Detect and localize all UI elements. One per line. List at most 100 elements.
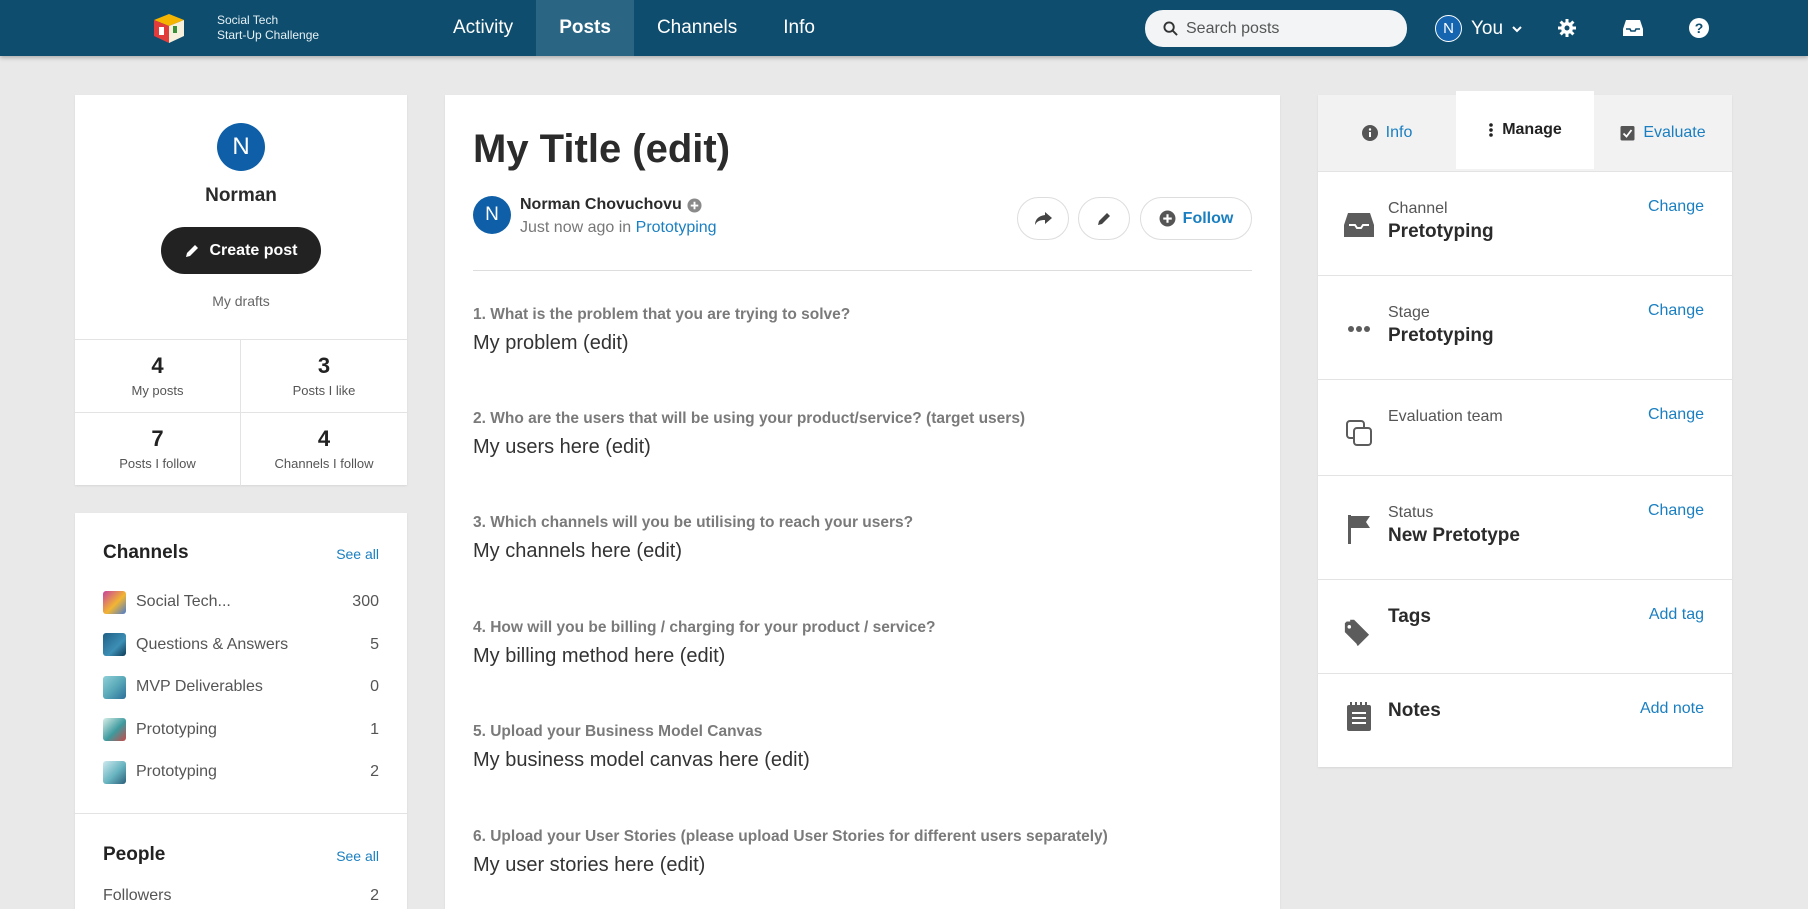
post-section: 5. Upload your Business Model Canvas My … — [473, 723, 1252, 772]
tab-label: Evaluate — [1643, 124, 1706, 141]
list-item[interactable]: MVP Deliverables 0 — [103, 666, 379, 709]
stat-label: Channels I follow — [274, 456, 374, 471]
post-channel-link[interactable]: Prototyping — [636, 219, 717, 236]
list-item[interactable]: Followers 2 — [103, 875, 379, 909]
channel-list: Social Tech... 300 Questions & Answers 5… — [103, 581, 379, 794]
create-post-button[interactable]: Create post — [161, 227, 321, 274]
channel-thumbnail — [103, 718, 126, 742]
stat-label: Posts I follow — [119, 456, 196, 471]
section-answer[interactable]: My billing method here (edit) — [473, 645, 1252, 668]
nav-channels[interactable]: Channels — [634, 0, 760, 56]
post-section: 4. How will you be billing / charging fo… — [473, 619, 1252, 668]
add-note-button[interactable]: Add note — [1640, 700, 1704, 718]
avatar[interactable]: N — [217, 123, 265, 171]
tab-manage[interactable]: Manage — [1456, 91, 1594, 169]
channel-count: 0 — [370, 678, 379, 696]
post-meta: Just now ago in Prototyping — [520, 219, 717, 237]
post-title[interactable]: My Title (edit) — [473, 127, 730, 172]
nav-posts[interactable]: Posts — [536, 0, 634, 56]
list-item[interactable]: Prototyping 1 — [103, 709, 379, 752]
channel-value: Pretotyping — [1388, 221, 1494, 242]
notes-row: Notes Add note — [1318, 674, 1732, 767]
user-menu[interactable]: N You — [1435, 15, 1523, 42]
stat-channels-i-follow[interactable]: 4 Channels I follow — [241, 413, 407, 486]
section-answer[interactable]: My user stories here (edit) — [473, 854, 1252, 877]
channel-count: 2 — [370, 763, 379, 781]
channels-card: Channels See all Social Tech... 300 Ques… — [75, 513, 407, 909]
tags-row: Tags Add tag — [1318, 580, 1732, 674]
notes-title: Notes — [1388, 700, 1441, 721]
evaluation-team-row: Evaluation team Change — [1318, 380, 1732, 476]
search-icon — [1163, 21, 1178, 36]
change-stage-button[interactable]: Change — [1648, 302, 1704, 320]
add-circle-icon[interactable] — [687, 197, 702, 213]
section-answer[interactable]: My users here (edit) — [473, 436, 1252, 459]
share-button[interactable] — [1017, 197, 1069, 240]
section-question: 1. What is the problem that you are tryi… — [473, 306, 851, 323]
stat-my-posts[interactable]: 4 My posts — [75, 340, 241, 413]
svg-text:?: ? — [1695, 20, 1704, 36]
gear-icon[interactable] — [1556, 17, 1578, 39]
logo-icon[interactable] — [152, 12, 186, 44]
checklist-icon — [1620, 126, 1635, 141]
author-name[interactable]: Norman Chovuchovu — [520, 196, 682, 214]
stat-value: 7 — [151, 426, 164, 451]
section-answer[interactable]: My business model canvas here (edit) — [473, 749, 1252, 772]
stage-row: Stage Pretotyping Change — [1318, 276, 1732, 380]
add-tag-button[interactable]: Add tag — [1649, 606, 1704, 624]
channel-name: Social Tech... — [136, 593, 231, 611]
section-answer[interactable]: My problem (edit) — [473, 332, 1252, 355]
list-item[interactable]: Questions & Answers 5 — [103, 624, 379, 667]
search-placeholder: Search posts — [1186, 19, 1280, 37]
avatar: N — [1435, 15, 1462, 42]
tab-info[interactable]: Info — [1318, 95, 1456, 171]
channel-thumbnail — [103, 675, 126, 699]
inbox-icon — [1344, 210, 1374, 240]
tag-icon — [1344, 618, 1374, 648]
stage-label: Stage — [1388, 304, 1430, 321]
list-item[interactable]: Social Tech... 300 — [103, 581, 379, 624]
change-status-button[interactable]: Change — [1648, 502, 1704, 520]
post-author: N Norman Chovuchovu Just now ago in Prot… — [473, 196, 717, 237]
stat-posts-i-follow[interactable]: 7 Posts I follow — [75, 413, 241, 486]
my-drafts-link[interactable]: My drafts — [75, 293, 407, 309]
pencil-icon — [186, 244, 199, 257]
notes-icon — [1344, 702, 1374, 732]
section-question: 5. Upload your Business Model Canvas — [473, 723, 763, 740]
share-icon — [1035, 211, 1052, 225]
top-bar: Social Tech Start-Up Challenge Activity … — [0, 0, 1808, 56]
help-icon[interactable]: ? — [1688, 17, 1710, 39]
chevron-down-icon — [1512, 25, 1522, 32]
info-icon — [1361, 125, 1378, 141]
post-section: 6. Upload your User Stories (please uplo… — [473, 828, 1252, 877]
channels-see-all-link[interactable]: See all — [336, 546, 379, 562]
brand-name[interactable]: Social Tech Start-Up Challenge — [217, 13, 319, 43]
profile-name[interactable]: Norman — [75, 185, 407, 207]
people-see-all-link[interactable]: See all — [336, 848, 379, 864]
edit-button[interactable] — [1078, 197, 1130, 240]
follow-button[interactable]: Follow — [1140, 197, 1252, 240]
main-nav: Activity Posts Channels Info — [430, 0, 838, 56]
change-channel-button[interactable]: Change — [1648, 198, 1704, 216]
list-item[interactable]: Prototyping 2 — [103, 751, 379, 794]
inbox-icon[interactable] — [1622, 17, 1644, 39]
nav-info[interactable]: Info — [760, 0, 838, 56]
channel-thumbnail — [103, 760, 126, 784]
section-question: 4. How will you be billing / charging fo… — [473, 619, 936, 636]
status-value: New Pretotype — [1388, 525, 1520, 546]
search-input[interactable]: Search posts — [1145, 10, 1407, 47]
divider — [75, 813, 407, 814]
post-section: 1. What is the problem that you are tryi… — [473, 306, 1252, 355]
profile-stats: 4 My posts 3 Posts I like 7 Posts I foll… — [75, 339, 407, 486]
stat-posts-i-like[interactable]: 3 Posts I like — [241, 340, 407, 413]
divider — [473, 270, 1252, 271]
post-time: Just now ago — [520, 219, 615, 236]
change-evaluation-team-button[interactable]: Change — [1648, 406, 1704, 424]
tab-label: Info — [1385, 124, 1413, 141]
section-question: 3. Which channels will you be utilising … — [473, 514, 914, 531]
avatar[interactable]: N — [473, 196, 511, 234]
section-answer[interactable]: My channels here (edit) — [473, 540, 1252, 563]
brand-line-1: Social Tech — [217, 13, 279, 27]
tab-evaluate[interactable]: Evaluate — [1594, 95, 1732, 171]
nav-activity[interactable]: Activity — [430, 0, 536, 56]
